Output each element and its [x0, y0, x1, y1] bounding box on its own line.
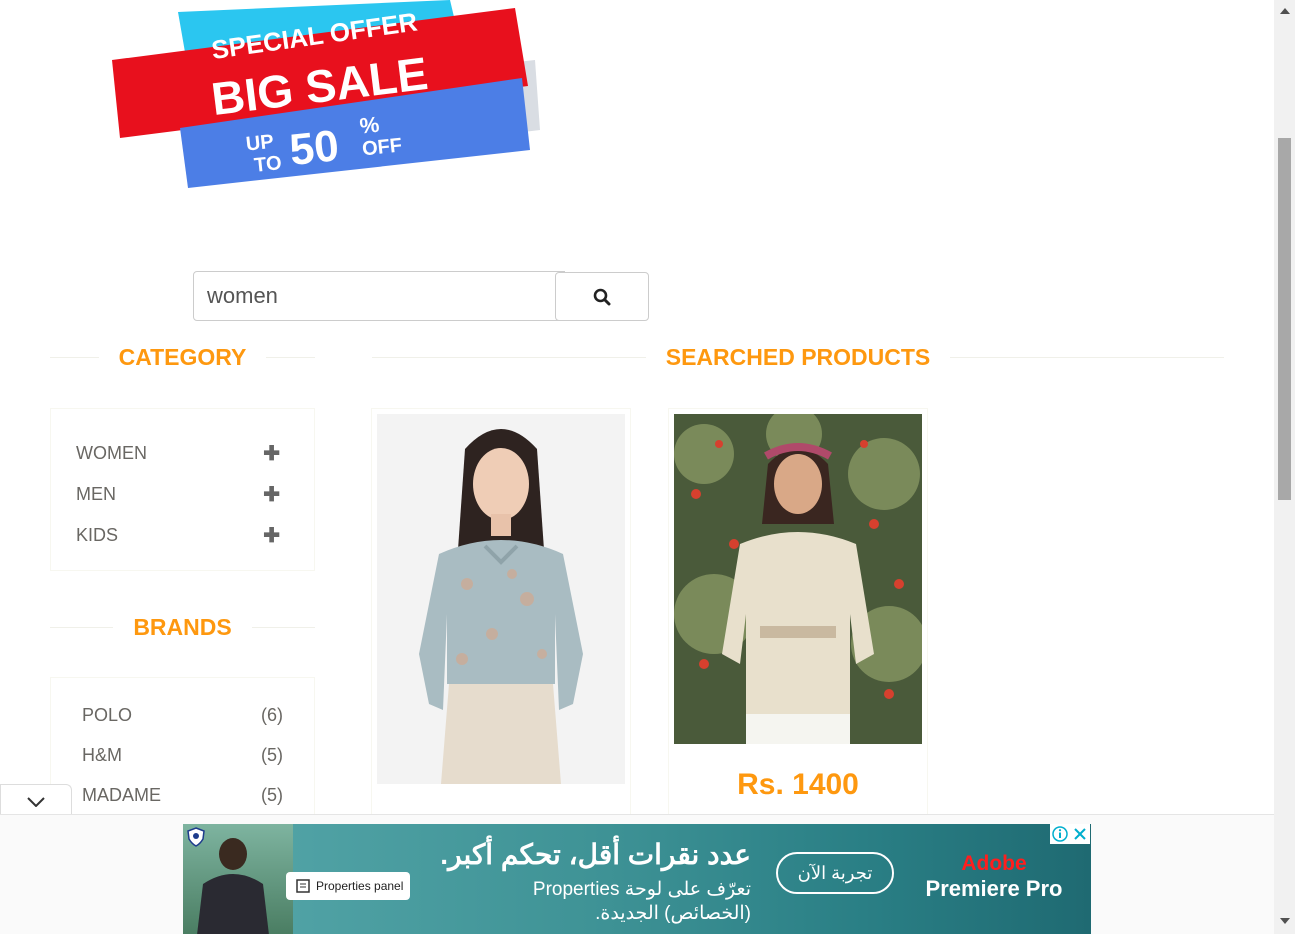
ad-bar: Properties panel عدد نقرات أقل، تحكم أكب… — [0, 814, 1274, 934]
brand-list: POLO (6) H&M (5) MADAME (5) — [50, 677, 315, 827]
banner-off: OFF — [361, 134, 403, 160]
floral-blouse-photo[interactable] — [377, 414, 625, 784]
brand-item-madame[interactable]: MADAME (5) — [51, 775, 314, 815]
brand-item-label: H&M — [82, 744, 122, 765]
category-item-label: KIDS — [76, 525, 119, 545]
banner-pct-sign: % — [358, 112, 380, 139]
page-scrollbar[interactable] — [1274, 0, 1295, 934]
sale-banner: SPECIAL OFFER BIG SALE UP TO 50 % OFF — [110, 0, 540, 190]
searched-products-heading: SEARCHED PRODUCTS — [372, 342, 1224, 372]
brand-item-count: (5) — [261, 744, 283, 765]
ad-pill-label: Properties panel — [316, 879, 404, 893]
ad-close-button[interactable] — [1070, 824, 1090, 844]
ad-subtext-line1: تعرّف على لوحة Properties — [532, 879, 751, 900]
ad-banner[interactable]: Properties panel عدد نقرات أقل، تحكم أكب… — [183, 824, 1091, 934]
ad-cta-button[interactable]: تجربة الآن — [776, 852, 894, 894]
panel-icon — [296, 879, 310, 893]
banner-up: UP — [245, 131, 275, 156]
category-list: WOMEN ✚ MEN ✚ KIDS ✚ — [50, 408, 315, 571]
search-button[interactable] — [555, 272, 649, 321]
sale-banner-graphic: SPECIAL OFFER BIG SALE UP TO 50 % OFF — [112, 0, 540, 188]
banner-to: TO — [253, 152, 283, 177]
brands-heading: BRANDS — [50, 612, 316, 642]
product-card[interactable]: Rs. 1400 — [668, 408, 928, 828]
ad-brand: Adobe Premiere Pro — [919, 852, 1069, 902]
category-item-label: WOMEN — [76, 443, 147, 463]
ad-headline: عدد نقرات أقل، تحكم أكبر. — [440, 839, 751, 870]
ad-controls — [1050, 824, 1090, 844]
chevron-down-icon — [27, 796, 45, 807]
brand-item-polo[interactable]: POLO (6) — [51, 695, 314, 735]
scroll-down-arrow[interactable] — [1280, 918, 1290, 924]
plus-icon[interactable]: ✚ — [263, 441, 280, 466]
search-bar — [193, 271, 649, 321]
banner-percent: 50 — [287, 121, 341, 175]
brand-item-count: (5) — [261, 784, 283, 805]
scroll-thumb[interactable] — [1278, 138, 1291, 500]
category-item-women[interactable]: WOMEN ✚ — [51, 433, 314, 474]
ad-info-button[interactable] — [1050, 824, 1070, 844]
brand-item-hm[interactable]: H&M (5) — [51, 735, 314, 775]
ad-brand-product: Premiere Pro — [925, 876, 1063, 901]
category-title: CATEGORY — [118, 343, 247, 370]
info-icon — [1052, 826, 1068, 842]
brand-item-count: (6) — [261, 704, 283, 725]
lace-top-photo[interactable] — [674, 414, 922, 744]
category-item-kids[interactable]: KIDS ✚ — [51, 515, 314, 556]
ad-subtext-line2: (الخصائص) الجديدة. — [595, 903, 751, 924]
ad-properties-pill: Properties panel — [286, 872, 410, 900]
ad-brand-adobe: Adobe — [961, 852, 1027, 875]
plus-icon[interactable]: ✚ — [263, 482, 280, 507]
product-card[interactable] — [371, 408, 631, 828]
product-price: Rs. 1400 — [737, 768, 859, 801]
category-heading: CATEGORY — [50, 342, 315, 372]
close-icon — [1074, 828, 1086, 840]
brands-title: BRANDS — [133, 613, 232, 640]
search-input[interactable] — [193, 271, 565, 321]
ad-subtext: تعرّف على لوحة Properties (الخصائص) الجد… — [431, 878, 751, 926]
ad-collapse-tab[interactable] — [0, 784, 72, 818]
category-item-label: MEN — [76, 484, 116, 504]
brand-item-label: POLO — [82, 704, 133, 725]
scroll-up-arrow[interactable] — [1280, 8, 1290, 14]
category-item-men[interactable]: MEN ✚ — [51, 474, 314, 515]
brand-item-label: MADAME — [82, 784, 162, 805]
shield-icon — [187, 827, 205, 847]
searched-products-title: SEARCHED PRODUCTS — [665, 343, 931, 370]
search-icon — [593, 288, 611, 305]
plus-icon[interactable]: ✚ — [263, 523, 280, 548]
